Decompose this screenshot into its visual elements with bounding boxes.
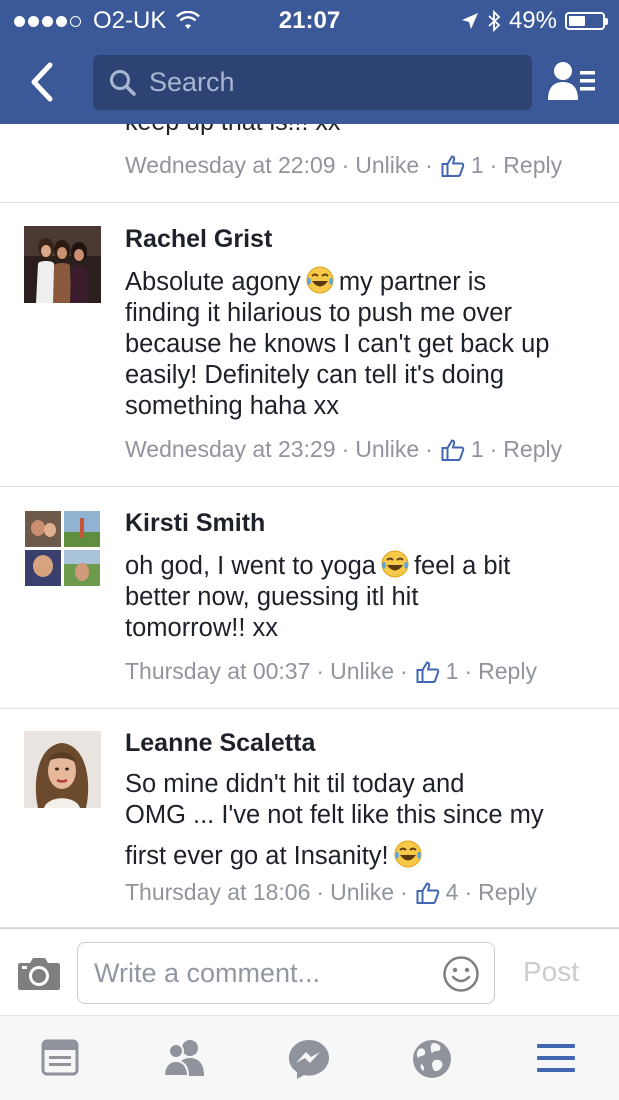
comment-text: keep up that is!!! xx bbox=[125, 124, 340, 137]
comment-text-line: better now, guessing itl hit bbox=[125, 583, 419, 611]
comment-item: Kirsti Smith oh god, I went to yoga feel … bbox=[0, 487, 619, 709]
tears-of-joy-emoji-icon bbox=[381, 550, 409, 578]
smiley-icon bbox=[443, 956, 479, 992]
search-icon bbox=[110, 69, 136, 96]
tab-news-feed[interactable] bbox=[40, 1038, 86, 1080]
system-status: 49% bbox=[461, 7, 608, 35]
comment-text-line: OMG ... I've not felt like this since my bbox=[125, 801, 544, 829]
comment-text-line: my partner is bbox=[338, 268, 487, 296]
search-input[interactable] bbox=[149, 67, 529, 98]
comment-author[interactable]: Leanne Scaletta bbox=[125, 729, 315, 758]
bluetooth-icon bbox=[488, 10, 501, 32]
reply-button[interactable]: Reply bbox=[503, 436, 562, 463]
comment-text: oh god, I went to yoga feel a bit better … bbox=[125, 549, 600, 644]
comment-text-line: tomorrow!! xx bbox=[125, 614, 279, 642]
friends-icon bbox=[162, 1040, 204, 1077]
reply-button[interactable]: Reply bbox=[503, 152, 562, 179]
comment-text-line: So mine didn't hit til today and bbox=[125, 770, 465, 798]
reply-button[interactable]: Reply bbox=[478, 658, 537, 685]
comment-author[interactable]: Kirsti Smith bbox=[125, 509, 265, 538]
comment-composer: Post bbox=[0, 928, 619, 1015]
comment-text-line: something haha xx bbox=[125, 392, 340, 420]
comment-meta: Thursday at 00:37 · Unlike · 1 · Reply bbox=[125, 658, 537, 685]
tab-menu[interactable] bbox=[535, 1038, 581, 1080]
chevron-left-icon bbox=[31, 62, 53, 102]
avatar[interactable] bbox=[24, 731, 101, 808]
messenger-icon bbox=[289, 1040, 329, 1079]
comment-meta: Thursday at 18:06 · Unlike · 4 · Reply bbox=[125, 879, 537, 906]
unlike-button[interactable]: Unlike bbox=[330, 879, 394, 906]
tab-messenger[interactable] bbox=[287, 1038, 333, 1080]
comment-text-line: easily! Definitely can tell it's doing bbox=[125, 361, 505, 389]
comment-text-line: oh god, I went to yoga bbox=[125, 552, 376, 580]
comment-item: keep up that is!!! xx Wednesday at 22:09… bbox=[0, 124, 619, 203]
unlike-button[interactable]: Unlike bbox=[355, 436, 419, 463]
comment-item: Leanne Scaletta So mine didn't hit til t… bbox=[0, 709, 619, 928]
comment-time[interactable]: Thursday at 00:37 bbox=[125, 658, 310, 685]
tears-of-joy-emoji-icon bbox=[306, 266, 334, 294]
friend-requests-icon bbox=[548, 62, 595, 100]
comment-text-line: because he knows I can't get back up bbox=[125, 330, 550, 358]
avatar[interactable] bbox=[24, 510, 101, 587]
comment-text-line: feel a bit bbox=[413, 552, 511, 580]
unlike-button[interactable]: Unlike bbox=[355, 152, 419, 179]
like-thumb-icon bbox=[416, 661, 439, 683]
comment-text-line: finding it hilarious to push me over bbox=[125, 299, 512, 327]
tears-of-joy-emoji-icon bbox=[394, 840, 422, 868]
camera-icon bbox=[18, 958, 60, 990]
comment-meta: Wednesday at 22:09 · Unlike · 1 · Reply bbox=[125, 152, 563, 179]
like-count[interactable]: 1 bbox=[446, 658, 459, 685]
comment-time[interactable]: Thursday at 18:06 bbox=[125, 879, 310, 906]
reply-button[interactable]: Reply bbox=[478, 879, 537, 906]
tab-friends[interactable] bbox=[162, 1038, 208, 1080]
comment-author[interactable]: Rachel Grist bbox=[125, 225, 272, 254]
friend-requests-button[interactable] bbox=[547, 60, 597, 104]
like-thumb-icon bbox=[416, 882, 439, 904]
comment-item: Rachel Grist Absolute agony my partner is… bbox=[0, 203, 619, 487]
comment-meta: Wednesday at 23:29 · Unlike · 1 · Reply bbox=[125, 436, 563, 463]
comment-input[interactable] bbox=[94, 957, 424, 989]
menu-icon bbox=[537, 1044, 575, 1072]
comment-text: So mine didn't hit til today and OMG ...… bbox=[125, 769, 600, 872]
news-feed-icon bbox=[41, 1039, 79, 1076]
comment-text-line: first ever go at Insanity! bbox=[125, 842, 389, 870]
like-thumb-icon bbox=[441, 155, 465, 177]
comment-text: Absolute agony my partner is finding it h… bbox=[125, 265, 600, 422]
battery-icon bbox=[565, 12, 608, 30]
comment-text-line: Absolute agony bbox=[125, 268, 301, 296]
top-bar: O2-UK 21:07 49% bbox=[0, 0, 619, 124]
location-arrow-icon bbox=[461, 13, 478, 29]
comment-time[interactable]: Wednesday at 23:29 bbox=[125, 436, 336, 463]
search-bar[interactable] bbox=[93, 55, 532, 110]
avatar[interactable] bbox=[24, 226, 101, 303]
tab-notifications[interactable] bbox=[411, 1038, 457, 1080]
sticker-button[interactable] bbox=[442, 955, 480, 993]
unlike-button[interactable]: Unlike bbox=[330, 658, 394, 685]
comment-field[interactable] bbox=[77, 942, 495, 1004]
camera-button[interactable] bbox=[17, 955, 61, 991]
back-button[interactable] bbox=[24, 60, 64, 104]
status-bar: O2-UK 21:07 49% bbox=[0, 0, 619, 40]
post-button[interactable]: Post bbox=[523, 956, 579, 988]
like-thumb-icon bbox=[441, 439, 465, 461]
battery-percent: 49% bbox=[508, 7, 557, 34]
like-count[interactable]: 4 bbox=[446, 879, 459, 906]
comment-time[interactable]: Wednesday at 22:09 bbox=[125, 152, 336, 179]
notifications-globe-icon bbox=[413, 1040, 451, 1078]
comments-list[interactable]: keep up that is!!! xx Wednesday at 22:09… bbox=[0, 124, 619, 928]
like-count[interactable]: 1 bbox=[471, 436, 484, 463]
like-count[interactable]: 1 bbox=[471, 152, 484, 179]
bottom-tab-bar bbox=[0, 1015, 619, 1100]
